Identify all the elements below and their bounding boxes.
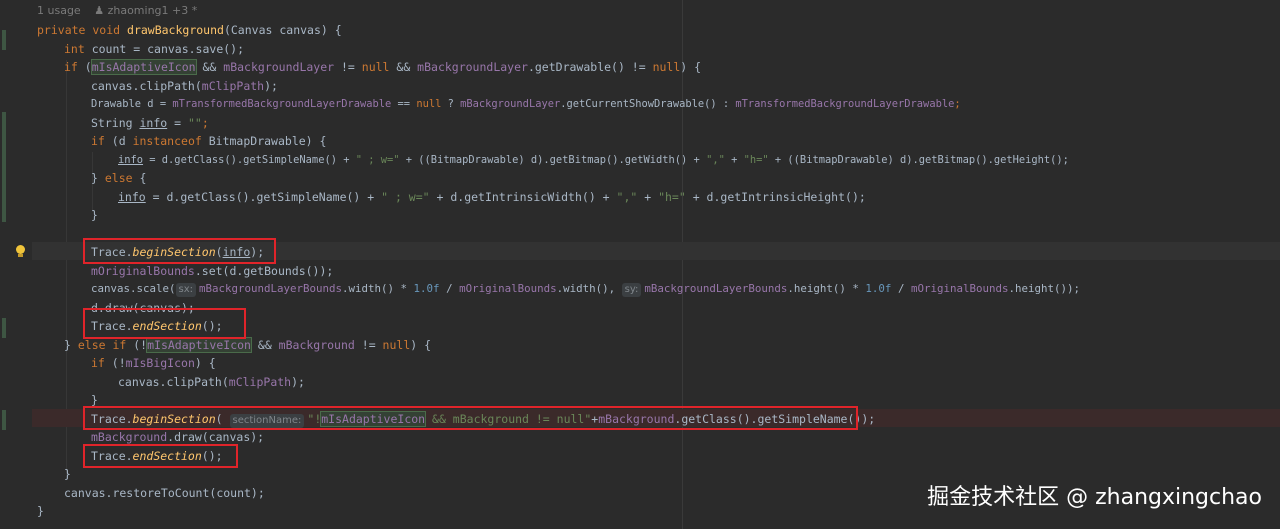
editor-gutter (0, 0, 32, 529)
code-line[interactable]: } (64, 465, 71, 483)
watermark: 掘金技术社区 @ zhangxingchao (927, 485, 1262, 510)
code-line[interactable]: info = d.getClass().getSimpleName() + " … (118, 151, 1069, 169)
code-line[interactable]: String info = ""; (91, 114, 209, 132)
right-margin-guide (682, 0, 683, 529)
annotation-box (83, 444, 238, 468)
code-line[interactable]: } (91, 206, 98, 224)
code-line[interactable]: if (!mIsBigIcon) { (91, 354, 216, 372)
code-line[interactable]: int count = canvas.save(); (64, 40, 244, 58)
code-line[interactable]: canvas.scale(sx: mBackgroundLayerBounds.w… (91, 280, 1080, 298)
code-line[interactable]: } (37, 502, 44, 520)
author-icon: ♟ (94, 4, 105, 17)
code-line[interactable]: canvas.clipPath(mClipPath); (91, 77, 278, 95)
code-line[interactable]: canvas.clipPath(mClipPath); (118, 373, 305, 391)
annotation-box (83, 238, 276, 264)
change-marker (2, 112, 6, 222)
change-marker (2, 410, 6, 430)
author-hint[interactable]: zhaoming1 +3 * (108, 4, 198, 17)
code-line[interactable]: } else { (91, 169, 146, 187)
code-line[interactable]: if (d instanceof BitmapDrawable) { (91, 132, 326, 150)
code-vision-hint[interactable]: 1 usage ♟ zhaoming1 +3 * (37, 4, 197, 17)
usage-hint[interactable]: 1 usage (37, 4, 81, 17)
code-line[interactable]: private void drawBackground(Canvas canva… (37, 21, 342, 39)
code-line[interactable]: Drawable d = mTransformedBackgroundLayer… (91, 95, 961, 113)
code-line[interactable]: canvas.restoreToCount(count); (64, 484, 265, 502)
change-marker (2, 30, 6, 50)
change-marker (2, 318, 6, 338)
code-line[interactable]: if (mIsAdaptiveIcon && mBackgroundLayer … (64, 58, 701, 76)
lightbulb-icon[interactable] (16, 245, 25, 257)
code-line[interactable]: info = d.getClass().getSimpleName() + " … (118, 188, 866, 206)
annotation-box (83, 308, 246, 339)
code-line[interactable]: mOriginalBounds.set(d.getBounds()); (91, 262, 333, 280)
annotation-box (83, 406, 858, 430)
